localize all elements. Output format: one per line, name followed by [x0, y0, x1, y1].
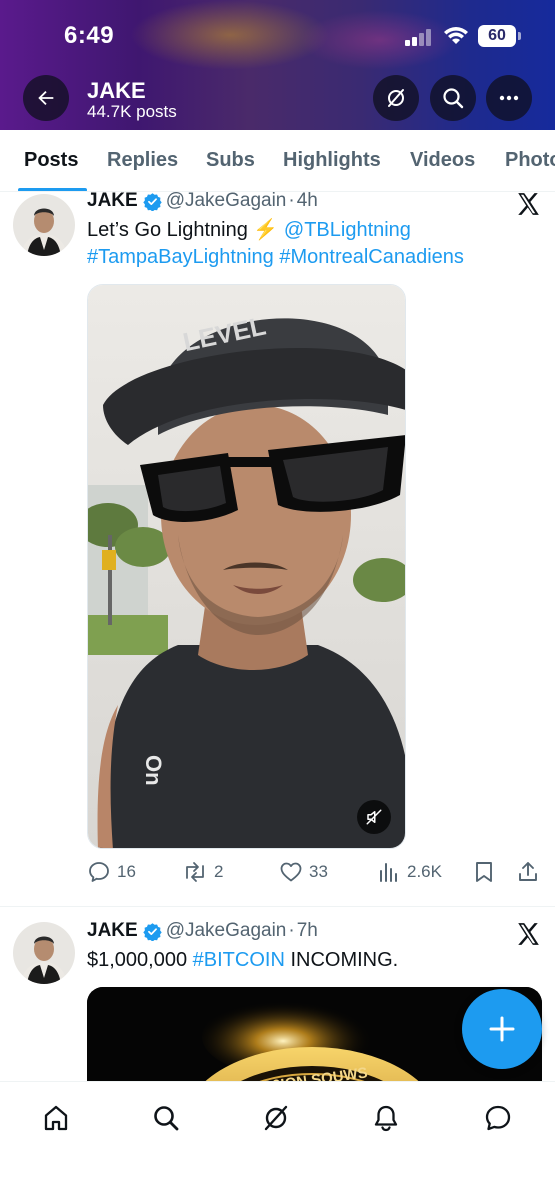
bookmark-icon: [476, 862, 492, 882]
repost-icon: [186, 862, 204, 882]
hashtag-link[interactable]: #MontrealCanadiens: [279, 246, 464, 268]
author-name[interactable]: JAKE: [87, 190, 138, 212]
arrow-left-icon: [38, 90, 54, 106]
post-text-body: $1,000,000: [87, 949, 193, 971]
post-text-suffix: INCOMING.: [284, 949, 399, 971]
avatar-image: [13, 194, 75, 256]
repost-button[interactable]: 2: [182, 860, 223, 884]
author-handle[interactable]: @JakeGagain: [166, 920, 287, 942]
post-text: $1,000,000 #BITCOIN INCOMING.: [87, 947, 398, 974]
post-text: Let’s Go Lightning ⚡ @TBLightning: [87, 217, 411, 244]
nav-search[interactable]: [150, 1102, 182, 1134]
messages-icon: [485, 1105, 511, 1131]
post-actions: 16 2 33 2.6K: [87, 860, 547, 888]
avatar[interactable]: [13, 194, 75, 256]
post-divider: [0, 906, 555, 907]
post-video[interactable]: On LEVEL: [87, 284, 406, 849]
tab-highlights[interactable]: Highlights: [283, 149, 381, 172]
author-name[interactable]: JAKE: [87, 920, 138, 942]
x-logo-icon: [518, 923, 539, 945]
author-handle[interactable]: @JakeGagain: [166, 190, 287, 212]
views-button[interactable]: 2.6K: [377, 860, 442, 884]
battery-indicator: 60: [478, 25, 521, 47]
svg-text:On: On: [141, 755, 166, 786]
verified-badge-icon: [143, 192, 162, 211]
video-frame: On LEVEL: [88, 285, 405, 848]
repost-count: 2: [214, 862, 224, 881]
active-tab-indicator: [18, 188, 87, 191]
tab-videos[interactable]: Videos: [410, 149, 475, 172]
lightning-emoji: ⚡: [253, 219, 279, 241]
tab-posts[interactable]: Posts: [24, 149, 78, 172]
tab-photos[interactable]: Photos: [505, 149, 555, 172]
like-count: 33: [309, 862, 328, 881]
like-button[interactable]: 33: [279, 860, 328, 884]
post-time[interactable]: 4h: [297, 190, 318, 212]
hashtag-link[interactable]: #TampaBayLightning: [87, 246, 274, 268]
nav-messages[interactable]: [482, 1102, 514, 1134]
bottom-navigation: [0, 1081, 555, 1200]
heart-icon: [280, 862, 302, 882]
bookmark-button[interactable]: [473, 860, 501, 884]
share-button[interactable]: [516, 860, 546, 884]
hashtag-link[interactable]: #BITCOIN: [193, 949, 285, 971]
grok-button[interactable]: [373, 75, 419, 121]
grok-icon: [264, 1105, 288, 1131]
reply-count: 16: [117, 862, 136, 881]
status-time: 6:49: [64, 22, 115, 49]
post-count: 44.7K posts: [87, 102, 177, 121]
post-author-line: JAKE @JakeGagain · 7h: [87, 920, 318, 942]
search-icon: [443, 88, 464, 109]
nav-home[interactable]: [40, 1102, 72, 1134]
views-chart-icon: [380, 863, 397, 882]
separator-dot: ·: [288, 190, 295, 211]
profile-name: JAKE: [87, 78, 146, 103]
nav-notifications[interactable]: [370, 1102, 402, 1134]
more-button[interactable]: [486, 75, 532, 121]
tab-subs[interactable]: Subs: [206, 149, 255, 172]
muted-speaker-icon: [366, 809, 382, 825]
profile-header: 6:49 60 JAKE 44.7K posts: [0, 0, 555, 130]
back-button[interactable]: [23, 75, 69, 121]
mute-button[interactable]: [357, 800, 391, 834]
signal-icon: [405, 28, 435, 46]
header-banner-blur-2: [300, 10, 460, 70]
nav-grok[interactable]: [260, 1102, 292, 1134]
share-icon: [519, 862, 537, 881]
post-text-body: Let’s Go Lightning: [87, 219, 254, 241]
profile-tabs: Posts Replies Subs Highlights Videos Pho…: [0, 130, 555, 192]
grok-icon: [388, 89, 404, 107]
reply-icon: [89, 862, 109, 882]
post-author-line: JAKE @JakeGagain · 4h: [87, 190, 318, 212]
post-time[interactable]: 7h: [297, 920, 318, 942]
search-button[interactable]: [430, 75, 476, 121]
x-logo-icon: [518, 193, 539, 215]
search-icon: [154, 1106, 179, 1131]
post-hashtags: #TampaBayLightning #MontrealCanadiens: [87, 244, 464, 271]
avatar[interactable]: [13, 922, 75, 984]
views-count: 2.6K: [407, 862, 442, 881]
tab-replies[interactable]: Replies: [107, 149, 178, 172]
more-icon: [499, 95, 519, 101]
reply-button[interactable]: 16: [87, 860, 136, 884]
avatar-image: [13, 922, 75, 984]
separator-dot: ·: [288, 920, 295, 941]
notifications-icon: [374, 1105, 398, 1132]
plus-icon: [489, 1016, 515, 1042]
wifi-icon: [444, 27, 468, 44]
home-icon: [44, 1105, 68, 1131]
mention-link[interactable]: @TBLightning: [284, 219, 411, 241]
compose-button[interactable]: [462, 989, 542, 1069]
verified-badge-icon: [143, 922, 162, 941]
